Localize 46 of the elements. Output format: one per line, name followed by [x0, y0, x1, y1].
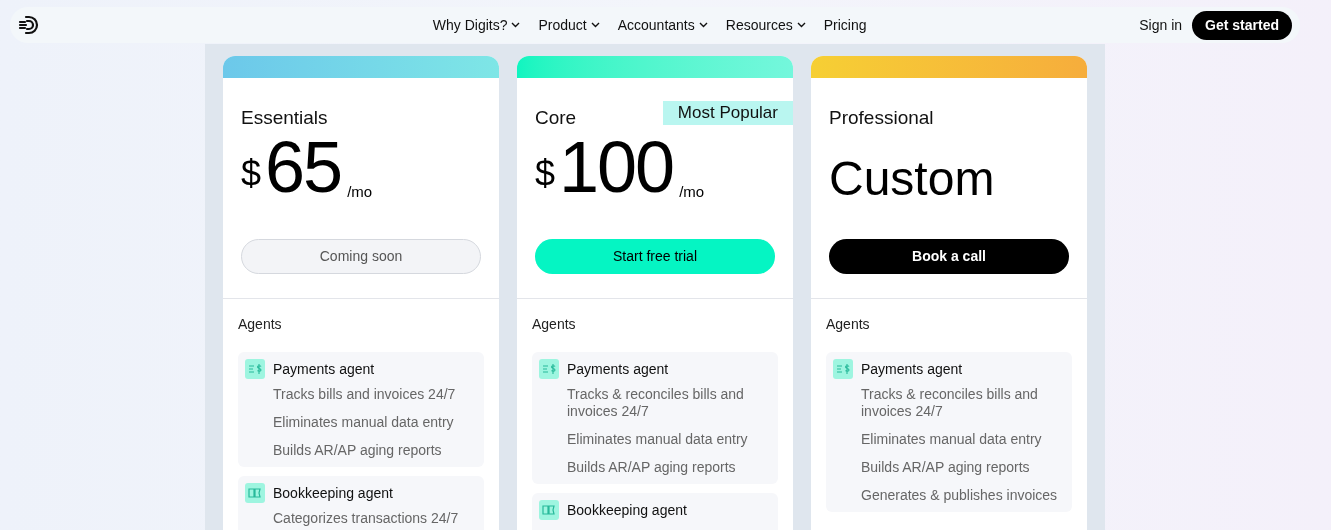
get-started-button[interactable]: Get started [1192, 10, 1292, 40]
feature-text: Tracks & reconciles bills and invoices 24/7 [861, 386, 1039, 420]
dollar-list-icon [833, 359, 853, 379]
sign-in-link[interactable]: Sign in [1139, 14, 1183, 36]
plan-button[interactable]: Book a call [829, 239, 1069, 274]
feature-text: Eliminates manual data entry [861, 431, 1043, 448]
book-icon [539, 500, 559, 520]
agent-name: Payments agent [861, 360, 964, 379]
plan-button[interactable]: Coming soon [241, 239, 481, 274]
agent-name: Bookkeeping agent [567, 501, 688, 520]
feature-text: Builds AR/AP aging reports [273, 442, 443, 459]
feature-text: Builds AR/AP aging reports [861, 459, 1031, 476]
popular-badge: Most Popular [662, 101, 793, 125]
price-amount: 65 [265, 131, 342, 203]
currency-symbol: $ [535, 156, 556, 192]
price-period: /mo [347, 184, 373, 199]
price-label: Custom [829, 155, 995, 203]
nav-link[interactable]: Accountants [617, 14, 708, 36]
feature-text: Generates & publishes invoices [861, 487, 1059, 504]
nav-link[interactable]: Why Digits? [432, 14, 521, 36]
feature-text: Tracks bills and invoices 24/7 [273, 386, 457, 403]
price-amount: 100 [559, 131, 674, 203]
plan-name: Essentials [241, 106, 328, 130]
nav-link[interactable]: Resources [725, 14, 806, 36]
logo-icon[interactable] [18, 14, 40, 36]
feature-text: Categorizes transactions 24/7 [273, 510, 460, 527]
plan-button[interactable]: Start free trial [535, 239, 775, 274]
agent-name: Payments agent [567, 360, 670, 379]
dollar-list-icon [245, 359, 265, 379]
nav-link[interactable]: Pricing [823, 14, 867, 36]
feature-text: Builds AR/AP aging reports [567, 459, 737, 476]
agent-name: Bookkeeping agent [273, 484, 394, 503]
nav-link[interactable]: Product [538, 14, 600, 36]
section-heading: Agents [826, 315, 871, 334]
agent-name: Payments agent [273, 360, 376, 379]
currency-symbol: $ [241, 156, 262, 192]
plan-name: Professional [829, 106, 934, 130]
book-icon [245, 483, 265, 503]
feature-text: Eliminates manual data entry [567, 431, 749, 448]
feature-text: Tracks & reconciles bills and invoices 24/7 [567, 386, 745, 420]
section-heading: Agents [238, 315, 283, 334]
section-heading: Agents [532, 315, 577, 334]
feature-text: Eliminates manual data entry [273, 414, 455, 431]
dollar-list-icon [539, 359, 559, 379]
plan-name: Core [535, 106, 577, 130]
price-period: /mo [679, 184, 705, 199]
